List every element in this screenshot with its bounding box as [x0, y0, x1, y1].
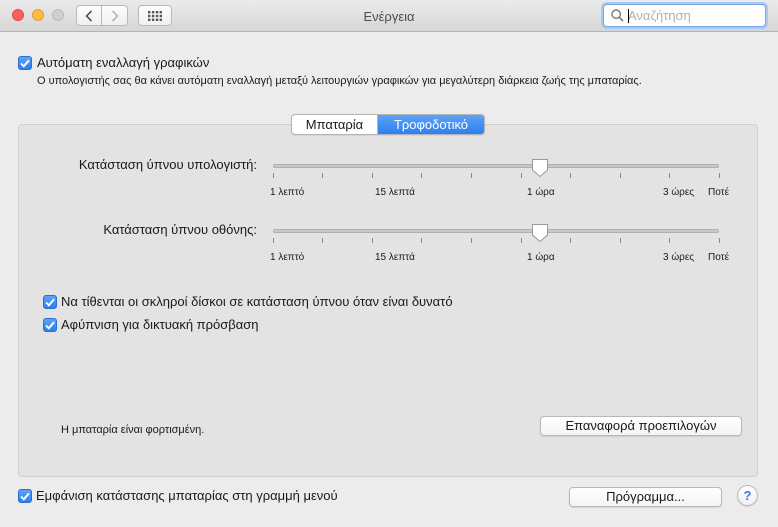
display-sleep-tick-label: 1 ώρα — [527, 252, 555, 263]
search-icon — [611, 9, 624, 22]
computer-sleep-tick-label: 15 λεπτά — [375, 187, 415, 198]
computer-sleep-slider-thumb[interactable] — [531, 158, 549, 178]
display-sleep-tick-label: 15 λεπτά — [375, 252, 415, 263]
help-button[interactable]: ? — [737, 485, 758, 506]
slider-tick — [620, 173, 621, 178]
auto-graphics-checkbox[interactable] — [18, 56, 32, 70]
display-sleep-slider-thumb[interactable] — [531, 223, 549, 243]
display-sleep-slider-track[interactable] — [273, 229, 719, 233]
checkmark-icon — [45, 321, 55, 330]
slider-tick — [521, 173, 522, 178]
slider-tick — [471, 238, 472, 243]
slider-tick — [322, 173, 323, 178]
checkmark-icon — [20, 492, 30, 501]
schedule-button[interactable]: Πρόγραμμα... — [569, 487, 722, 507]
slider-tick — [719, 238, 720, 243]
title-bar: Ενέργεια — [0, 0, 778, 32]
display-sleep-tick-label: Ποτέ — [708, 252, 730, 263]
text-cursor — [628, 9, 629, 23]
search-field[interactable] — [603, 4, 766, 27]
slider-tick — [372, 173, 373, 178]
computer-sleep-label: Κατάσταση ύπνου υπολογιστή: — [78, 157, 257, 172]
wake-network-checkbox[interactable] — [43, 318, 57, 332]
hard-disk-sleep-checkbox[interactable] — [43, 295, 57, 309]
hard-disk-sleep-label: Να τίθενται οι σκληροί δίσκοι σε κατάστα… — [61, 294, 453, 309]
auto-graphics-description: Ο υπολογιστής σας θα κάνει αυτόματη εναλ… — [37, 75, 642, 87]
slider-tick — [521, 238, 522, 243]
slider-tick — [620, 238, 621, 243]
wake-network-label: Αφύπνιση για δικτυακή πρόσβαση — [61, 317, 259, 332]
search-input[interactable] — [628, 7, 762, 24]
slider-tick — [669, 173, 670, 178]
restore-defaults-button[interactable]: Επαναφορά προεπιλογών — [540, 416, 742, 436]
display-sleep-tick-label: 1 λεπτό — [270, 252, 305, 263]
tab-bar: Μπαταρία Τροφοδοτικό — [291, 114, 485, 135]
slider-tick — [570, 173, 571, 178]
slider-tick — [273, 238, 274, 243]
tab-power-adapter[interactable]: Τροφοδοτικό — [378, 115, 484, 134]
display-sleep-tick-label: 3 ώρες — [663, 252, 695, 263]
slider-tick — [273, 173, 274, 178]
checkmark-icon — [20, 59, 30, 68]
computer-sleep-tick-label: 3 ώρες — [663, 187, 695, 198]
computer-sleep-tick-label: 1 ώρα — [527, 187, 555, 198]
computer-sleep-tick-label: Ποτέ — [708, 187, 730, 198]
show-battery-menu-checkbox[interactable] — [18, 489, 32, 503]
slider-tick — [421, 173, 422, 178]
slider-tick — [471, 173, 472, 178]
display-sleep-label: Κατάσταση ύπνου οθόνης: — [103, 222, 257, 237]
auto-graphics-label: Αυτόματη εναλλαγή γραφικών — [37, 55, 210, 70]
checkmark-icon — [45, 298, 55, 307]
slider-tick — [421, 238, 422, 243]
slider-tick — [322, 238, 323, 243]
slider-tick — [372, 238, 373, 243]
slider-tick — [570, 238, 571, 243]
tab-battery[interactable]: Μπαταρία — [292, 115, 378, 134]
computer-sleep-slider-track[interactable] — [273, 164, 719, 168]
slider-tick — [669, 238, 670, 243]
computer-sleep-tick-label: 1 λεπτό — [270, 187, 305, 198]
show-battery-menu-label: Εμφάνιση κατάστασης μπαταρίας στη γραμμή… — [36, 488, 338, 503]
battery-status-text: Η μπαταρία είναι φορτισμένη. — [61, 424, 205, 436]
slider-tick — [719, 173, 720, 178]
